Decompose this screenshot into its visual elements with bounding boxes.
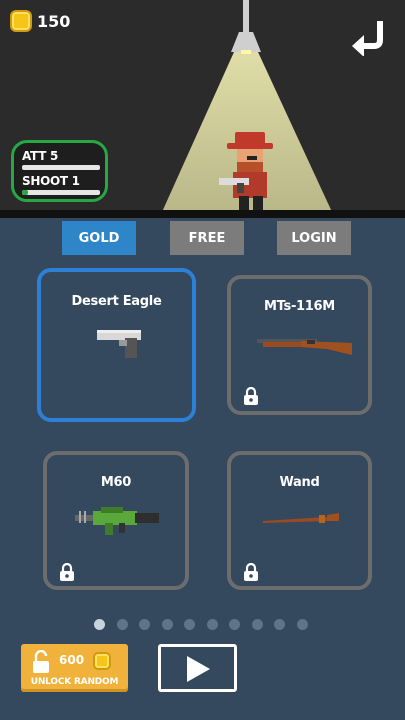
pagination-dot[interactable] (139, 619, 150, 630)
pagination-dot[interactable] (274, 619, 285, 630)
lamp-icon (231, 32, 261, 54)
weapon-card-mts-116m[interactable]: MTs-116M (227, 275, 372, 415)
stat-shoot-bar (22, 190, 100, 195)
unlock-random-label: UNLOCK RANDOM (30, 677, 119, 687)
unlock-random-button[interactable]: 600 UNLOCK RANDOM (21, 644, 128, 692)
stat-shoot-label: SHOOT 1 (22, 174, 80, 188)
weapon-name: M60 (100, 475, 132, 490)
character-scene: 150 ATT 5 SHOOT 1 (0, 0, 405, 212)
coin-counter: 150 (10, 10, 70, 32)
lock-icon (244, 563, 258, 581)
rifle-icon (257, 339, 352, 355)
scene-divider (0, 210, 405, 218)
unlock-cost: 600 (59, 653, 85, 667)
tab-free[interactable]: FREE (170, 221, 244, 255)
pagination-dot[interactable] (184, 619, 195, 630)
gunman-character (219, 132, 273, 210)
stat-shoot-bar-fill (22, 190, 29, 195)
pagination-dot[interactable] (161, 619, 173, 630)
pagination-dot[interactable] (116, 619, 128, 630)
tab-login[interactable]: LOGIN (277, 221, 351, 255)
stat-att-label: ATT 5 (22, 149, 59, 163)
stat-att: ATT 5 (22, 149, 100, 170)
coin-icon (10, 10, 32, 32)
weapon-name: Desert Eagle (71, 294, 162, 309)
weapon-name: Wand (279, 475, 320, 490)
coin-count: 150 (37, 11, 71, 31)
lock-icon (244, 387, 258, 405)
machine-gun-icon (75, 507, 159, 535)
play-button[interactable] (158, 644, 237, 692)
pagination-dot[interactable] (206, 619, 218, 630)
stat-shoot: SHOOT 1 (22, 174, 100, 195)
lock-icon (60, 563, 74, 581)
weapon-card-m60[interactable]: M60 (43, 451, 189, 590)
pagination-dot[interactable] (94, 619, 105, 630)
lamp-cord (243, 0, 249, 36)
weapon-card-desert-eagle[interactable]: Desert Eagle (37, 268, 196, 422)
pagination-dot[interactable] (296, 619, 308, 630)
coin-icon (93, 652, 111, 670)
pistol-icon (97, 330, 141, 358)
pagination-dot[interactable] (251, 619, 263, 630)
pagination-dot[interactable] (229, 619, 240, 630)
unlock-icon (33, 650, 49, 673)
tab-gold[interactable]: GOLD (62, 221, 136, 255)
play-icon (187, 656, 210, 682)
weapon-name: MTs-116M (264, 299, 335, 314)
stat-att-bar (22, 165, 100, 170)
weapon-card-wand[interactable]: Wand (227, 451, 372, 590)
return-arrow-icon[interactable] (348, 20, 388, 56)
stats-panel: ATT 5 SHOOT 1 (11, 140, 108, 202)
wand-icon (263, 513, 339, 523)
